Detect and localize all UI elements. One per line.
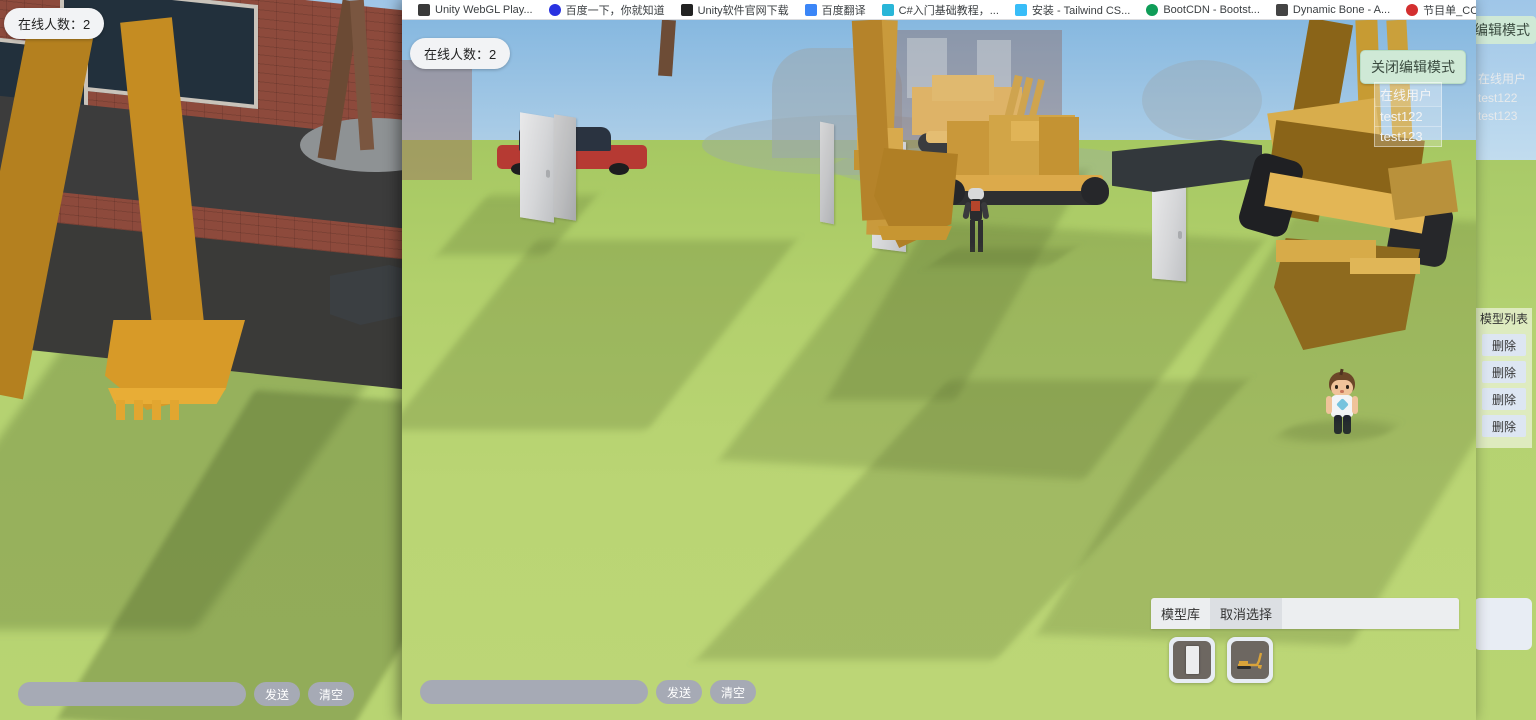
robot-shadow: [929, 248, 1075, 266]
unity-webgl-canvas[interactable]: 在线人数：2 关闭编辑模式 在线用户 test122 test123 模型库 取…: [402, 20, 1476, 720]
bookmark-item[interactable]: 百度翻译: [797, 0, 874, 20]
bookmark-item[interactable]: 安装 - Tailwind CS...: [1007, 0, 1138, 20]
chat-input-background[interactable]: [18, 682, 246, 706]
door-panel: [820, 121, 834, 225]
chat-bar-background: 发送 清空: [18, 682, 355, 706]
bookmark-item[interactable]: Unity软件官网下载: [673, 0, 797, 20]
online-user-item[interactable]: test123: [1375, 126, 1441, 146]
bookmark-label: Unity软件官网下载: [697, 4, 789, 17]
online-user-item-background[interactable]: test123: [1474, 107, 1532, 125]
delete-model-button[interactable]: 删除: [1482, 334, 1526, 356]
clear-button[interactable]: 清空: [710, 680, 757, 704]
bookmark-item[interactable]: 百度一下，你就知道: [541, 0, 673, 20]
tab-filler: [1282, 598, 1459, 629]
bookmark-label: 节目单_CCTV节目...: [1423, 4, 1476, 17]
baidu-icon: [548, 3, 561, 16]
unity-icon: [1275, 3, 1288, 16]
tab-cancel-selection[interactable]: 取消选择: [1210, 598, 1283, 629]
toggle-edit-mode-button[interactable]: 关闭编辑模式: [1360, 50, 1466, 84]
online-user-item[interactable]: test122: [1375, 106, 1441, 126]
calendar-icon: [881, 3, 894, 16]
tailwind-icon: [1014, 3, 1027, 16]
tab-model-library[interactable]: 模型库: [1151, 598, 1210, 629]
edit-mode-button-background[interactable]: 编辑模式: [1468, 16, 1536, 44]
screen: 在线人数：2 编辑模式 在线用户 test122 test123 模型列表 删除…: [0, 0, 1536, 720]
bucket-lip-foreground: [878, 226, 952, 240]
distant-building: [402, 60, 472, 180]
model-panel-tabs[interactable]: 模型库 取消选择: [1151, 598, 1459, 629]
bookmark-label: 百度翻译: [821, 4, 866, 17]
robot-character: [962, 188, 990, 254]
online-user-list-title: 在线用户: [1375, 83, 1441, 106]
bucket-tooth: [116, 400, 125, 420]
delete-model-button[interactable]: 删除: [1482, 415, 1526, 437]
model-list-title: 模型列表: [1480, 312, 1529, 326]
delete-model-button[interactable]: 删除: [1482, 361, 1526, 383]
bookmark-label: Unity WebGL Play...: [435, 3, 533, 16]
model-list-panel-background: 模型列表 删除 删除 删除 删除: [1476, 308, 1532, 448]
door-knob: [546, 168, 550, 178]
door-panel: [554, 114, 576, 221]
clear-button-background[interactable]: 清空: [308, 682, 355, 706]
bookmark-item[interactable]: 节目单_CCTV节目...: [1398, 0, 1476, 20]
model-thumb-excavator[interactable]: [1227, 637, 1273, 683]
bootcdn-icon: [1146, 3, 1159, 16]
excavator-thumbnail-icon: [1231, 641, 1269, 679]
send-button-background[interactable]: 发送: [254, 682, 301, 706]
delete-model-button[interactable]: 删除: [1482, 388, 1526, 410]
bookmark-item[interactable]: BootCDN - Bootst...: [1138, 0, 1268, 20]
model-thumb-door[interactable]: [1169, 637, 1215, 683]
bookmarks-bar[interactable]: Unity WebGL Play... 百度一下，你就知道 Unity软件官网下…: [402, 0, 1476, 20]
bookmark-item[interactable]: Dynamic Bone - A...: [1268, 0, 1398, 20]
chrome-browser-window[interactable]: Unity WebGL Play... 百度一下，你就知道 Unity软件官网下…: [402, 0, 1476, 720]
door-panel: [1152, 178, 1186, 282]
unity-icon: [680, 3, 693, 16]
model-thumbnail-background[interactable]: [1474, 598, 1532, 650]
online-user-list-title-background: 在线用户: [1478, 72, 1527, 86]
online-user-list: 在线用户 test122 test123: [1374, 82, 1442, 147]
bucket-tooth: [152, 400, 161, 420]
excavator-icon: [1237, 652, 1263, 669]
send-button[interactable]: 发送: [656, 680, 703, 704]
online-user-list-background: 在线用户 test122 test123: [1474, 68, 1532, 125]
chat-bar: 发送 清空: [420, 680, 757, 704]
chat-input[interactable]: [420, 680, 648, 704]
unity-icon: [418, 3, 430, 16]
bucket-tooth: [170, 400, 179, 420]
online-count-badge: 在线人数：2: [410, 38, 511, 69]
model-thumbnail-list[interactable]: [1151, 629, 1459, 683]
bookmark-label: Dynamic Bone - A...: [1292, 3, 1391, 16]
bookmark-item[interactable]: C#入门基础教程，...: [874, 0, 1007, 20]
translate-icon: [804, 3, 817, 16]
door-knob: [1178, 230, 1182, 240]
door-thumbnail-icon: [1173, 641, 1211, 679]
bookmark-label: 百度一下，你就知道: [565, 4, 665, 17]
excavator-bucket-lip: [108, 388, 226, 404]
bookmark-label: C#入门基础教程，...: [898, 4, 999, 17]
bookmark-label: BootCDN - Bootst...: [1163, 3, 1260, 16]
model-library-panel[interactable]: 模型库 取消选择: [1151, 598, 1459, 683]
bookmark-item[interactable]: Unity WebGL Play...: [410, 0, 541, 20]
cctv-icon: [1406, 3, 1419, 16]
online-user-item-background[interactable]: test122: [1474, 89, 1532, 107]
online-count-badge-background: 在线人数：2: [4, 8, 105, 39]
bookmark-label: 安装 - Tailwind CS...: [1031, 4, 1131, 17]
bucket-tooth: [134, 400, 143, 420]
door-panel: [520, 112, 554, 223]
